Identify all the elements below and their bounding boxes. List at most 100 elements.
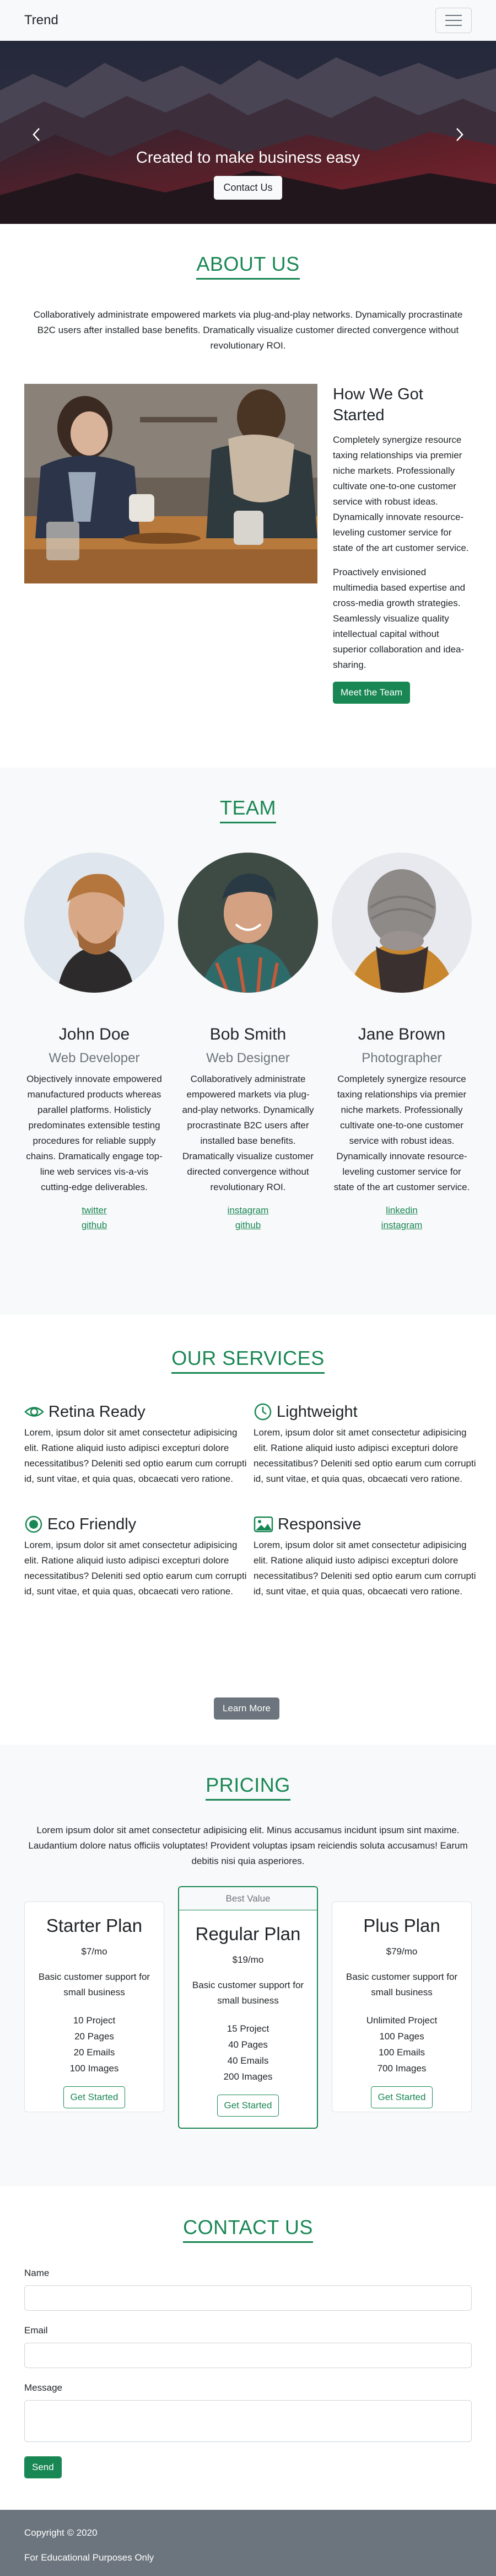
plan-price: $79/mo: [386, 1946, 418, 1957]
member-role: Web Developer: [48, 1051, 140, 1065]
linkedin-link[interactable]: linkedin: [332, 1203, 472, 1218]
service-title: Lightweight: [277, 1403, 358, 1421]
service-text: Lorem, ipsum dolor sit amet consectetur …: [24, 1540, 247, 1597]
service-item: Retina Ready Lorem, ipsum dolor sit amet…: [24, 1402, 249, 1487]
contact-us-button[interactable]: Contact Us: [214, 176, 282, 200]
message-label: Message: [24, 2382, 62, 2393]
member-bio: Collaboratively administrate empowered m…: [182, 1074, 314, 1192]
get-started-button[interactable]: Get Started: [63, 2086, 126, 2108]
plan-feature: 20 Emails: [73, 2047, 115, 2058]
team-member-card: Jane Brown Photographer Completely syner…: [332, 853, 472, 1233]
plan-price: $19/mo: [232, 1954, 264, 1965]
about-story: How We Got Started Completely synergize …: [333, 384, 473, 704]
name-field[interactable]: [24, 2285, 472, 2311]
get-started-button[interactable]: Get Started: [370, 2086, 433, 2108]
email-field[interactable]: [24, 2343, 472, 2368]
plan-features: 15 Project 40 Pages 40 Emails 200 Images: [179, 2021, 317, 2085]
chevron-left-icon[interactable]: [29, 126, 45, 143]
service-item: Lightweight Lorem, ipsum dolor sit amet …: [254, 1402, 478, 1487]
name-label: Name: [24, 2268, 50, 2278]
clock-icon: [254, 1403, 272, 1421]
hero-heading: Created to make business easy: [136, 149, 360, 167]
plan-name: Plus Plan: [363, 1915, 440, 1936]
image-icon: [254, 1516, 273, 1533]
service-title: Retina Ready: [48, 1403, 145, 1421]
plan-description: Basic customer support for small busines…: [38, 1972, 150, 1997]
copyright-text: Copyright © 2020: [24, 2527, 98, 2538]
about-lead: Collaboratively administrate empowered m…: [33, 309, 463, 351]
footer: Copyright © 2020 For Educational Purpose…: [0, 2510, 496, 2576]
plan-features: Unlimited Project 100 Pages 100 Emails 7…: [332, 2012, 471, 2076]
pricing-card-featured: Best Value Regular Plan $19/mo Basic cus…: [178, 1886, 318, 2129]
hamburger-icon-line: [445, 20, 462, 21]
plan-feature: 20 Pages: [74, 2031, 114, 2042]
plan-name: Regular Plan: [195, 1924, 301, 1944]
get-started-button[interactable]: Get Started: [217, 2095, 279, 2117]
member-name: Jane Brown: [358, 1025, 446, 1043]
plan-name: Starter Plan: [46, 1915, 143, 1936]
plan-feature: 100 Pages: [379, 2031, 424, 2042]
plan-description: Basic customer support for small busines…: [192, 1980, 304, 2006]
team-member-card: Bob Smith Web Designer Collaboratively a…: [178, 853, 318, 1233]
story-title: How We Got Started: [333, 385, 423, 424]
service-item: Responsive Lorem, ipsum dolor sit amet c…: [254, 1514, 478, 1599]
plan-feature: 200 Images: [223, 2071, 273, 2082]
eye-icon: [24, 1407, 44, 1417]
services-section: OUR SERVICES Retina Ready Lorem, ipsum d…: [0, 1315, 496, 1745]
instagram-link[interactable]: instagram: [178, 1203, 318, 1218]
email-label: Email: [24, 2325, 48, 2336]
avatar: [24, 853, 164, 993]
service-title: Eco Friendly: [47, 1515, 137, 1533]
plan-price: $7/mo: [81, 1946, 107, 1957]
plan-feature: Unlimited Project: [366, 2015, 438, 2026]
send-button[interactable]: Send: [24, 2456, 62, 2478]
avatar: [332, 853, 472, 993]
plan-description: Basic customer support for small busines…: [346, 1972, 458, 1997]
pricing-card: Starter Plan $7/mo Basic customer suppor…: [24, 1902, 164, 2112]
member-name: John Doe: [58, 1025, 130, 1043]
pricing-section: PRICING Lorem ipsum dolor sit amet conse…: [0, 1745, 496, 2186]
story-paragraph: Proactively envisioned multimedia based …: [333, 567, 466, 670]
about-title: ABOUT US: [196, 253, 300, 280]
brand-logo[interactable]: Trend: [24, 13, 58, 28]
twitter-link[interactable]: twitter: [24, 1203, 164, 1218]
service-item: Eco Friendly Lorem, ipsum dolor sit amet…: [24, 1514, 249, 1599]
github-link[interactable]: github: [178, 1218, 318, 1233]
member-role: Web Designer: [206, 1051, 290, 1065]
plan-feature: 40 Pages: [228, 2039, 268, 2050]
footer-note: For Educational Purposes Only: [24, 2552, 154, 2563]
plan-feature: 15 Project: [227, 2023, 269, 2034]
message-field[interactable]: [24, 2400, 472, 2442]
team-title: TEAM: [219, 796, 276, 823]
contact-form: Name Email Message Send: [24, 2268, 472, 2478]
service-title: Responsive: [278, 1515, 362, 1533]
pricing-lead: Lorem ipsum dolor sit amet consectetur a…: [28, 1825, 468, 1866]
best-value-badge: Best Value: [179, 1887, 317, 1910]
hero-carousel: Created to make business easy Contact Us: [0, 41, 496, 224]
meet-the-team-button[interactable]: Meet the Team: [333, 682, 411, 704]
story-paragraph: Completely synergize resource taxing rel…: [333, 435, 469, 553]
chevron-right-icon[interactable]: [451, 126, 467, 143]
contact-section: CONTACT US Name Email Message Send: [0, 2186, 496, 2510]
service-text: Lorem, ipsum dolor sit amet consectetur …: [254, 1427, 476, 1484]
avatar: [178, 853, 318, 994]
team-member-card: John Doe Web Developer Objectively innov…: [24, 853, 164, 1233]
plan-feature: 700 Images: [377, 2063, 427, 2074]
menu-toggle-button[interactable]: [435, 8, 472, 33]
navbar: Trend: [0, 0, 496, 41]
hamburger-icon-line: [445, 25, 462, 26]
services-title: OUR SERVICES: [171, 1347, 325, 1374]
hamburger-icon: [445, 15, 462, 16]
team-section: TEAM John Doe Web Developer Objectively …: [0, 768, 496, 1315]
instagram-link[interactable]: instagram: [332, 1218, 472, 1233]
learn-more-button[interactable]: Learn More: [214, 1697, 279, 1720]
record-circle-icon: [25, 1515, 42, 1533]
service-text: Lorem, ipsum dolor sit amet consectetur …: [24, 1427, 247, 1484]
pricing-card: Plus Plan $79/mo Basic customer support …: [332, 1902, 472, 2112]
hero-caption: Created to make business easy Contact Us: [0, 149, 496, 200]
member-bio: Completely synergize resource taxing rel…: [333, 1074, 470, 1192]
member-name: Bob Smith: [209, 1025, 287, 1043]
service-text: Lorem, ipsum dolor sit amet consectetur …: [254, 1540, 476, 1597]
member-role: Photographer: [362, 1051, 442, 1065]
github-link[interactable]: github: [24, 1218, 164, 1233]
